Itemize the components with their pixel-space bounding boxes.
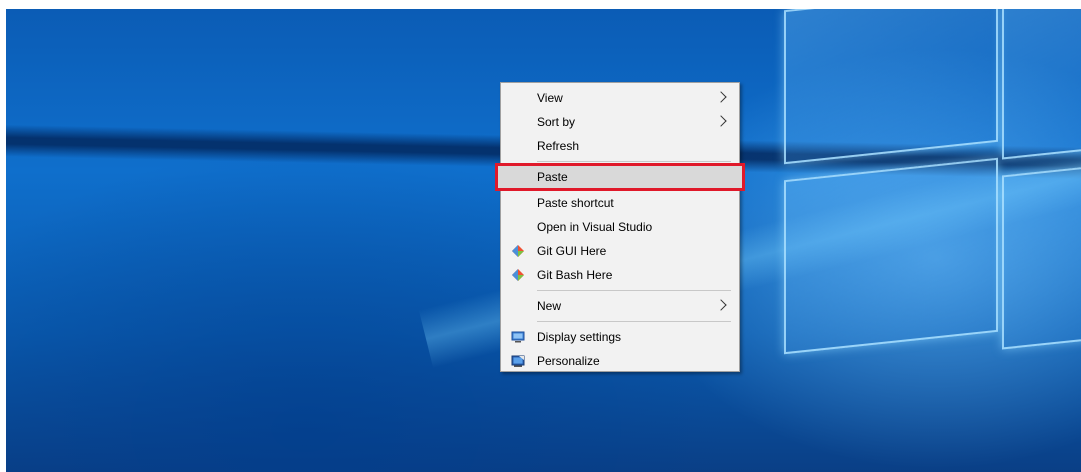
menu-item-refresh[interactable]: Refresh xyxy=(501,134,739,158)
menu-item-view[interactable]: View xyxy=(501,86,739,110)
wallpaper-window-pane xyxy=(1002,162,1081,350)
wallpaper-window-pane xyxy=(784,157,998,355)
menu-item-label: View xyxy=(537,91,563,105)
menu-item-sort-by[interactable]: Sort by xyxy=(501,110,739,134)
menu-item-label: New xyxy=(537,299,562,313)
menu-item-git-gui-here[interactable]: Git GUI Here xyxy=(501,239,739,263)
wallpaper-window-pane xyxy=(784,9,998,165)
menu-item-paste-shortcut[interactable]: Paste shortcut xyxy=(501,191,739,215)
menu-separator xyxy=(537,161,731,162)
menu-item-label: Personalize xyxy=(537,354,600,368)
desktop-context-menu: View Sort by Refresh Paste Paste shortcu… xyxy=(495,82,745,373)
menu-item-label: Refresh xyxy=(537,139,580,153)
menu-item-label: Display settings xyxy=(537,330,622,344)
menu-item-display-settings[interactable]: Display settings xyxy=(501,325,739,349)
menu-item-paste[interactable]: Paste xyxy=(495,163,745,191)
menu-separator xyxy=(537,290,731,291)
git-icon xyxy=(512,269,524,281)
menu-item-label: Git Bash Here xyxy=(537,268,613,282)
menu-item-label: Git GUI Here xyxy=(537,244,607,258)
menu-item-open-in-visual-studio[interactable]: Open in Visual Studio xyxy=(501,215,739,239)
menu-separator xyxy=(537,321,731,322)
personalize-icon xyxy=(511,355,525,367)
menu-item-label: Paste xyxy=(537,170,568,184)
menu-item-label: Sort by xyxy=(537,115,576,129)
chevron-right-icon xyxy=(717,86,729,110)
chevron-right-icon xyxy=(717,294,729,318)
menu-item-personalize[interactable]: Personalize xyxy=(501,349,739,373)
git-icon xyxy=(512,245,524,257)
menu-item-label: Paste shortcut xyxy=(537,196,614,210)
wallpaper-window-pane xyxy=(1002,9,1081,160)
screen: View Sort by Refresh Paste Paste shortcu… xyxy=(0,0,1081,472)
menu-item-git-bash-here[interactable]: Git Bash Here xyxy=(501,263,739,287)
menu-item-new[interactable]: New xyxy=(501,294,739,318)
display-icon xyxy=(511,331,525,343)
chevron-right-icon xyxy=(717,110,729,134)
menu-item-label: Open in Visual Studio xyxy=(537,220,653,234)
